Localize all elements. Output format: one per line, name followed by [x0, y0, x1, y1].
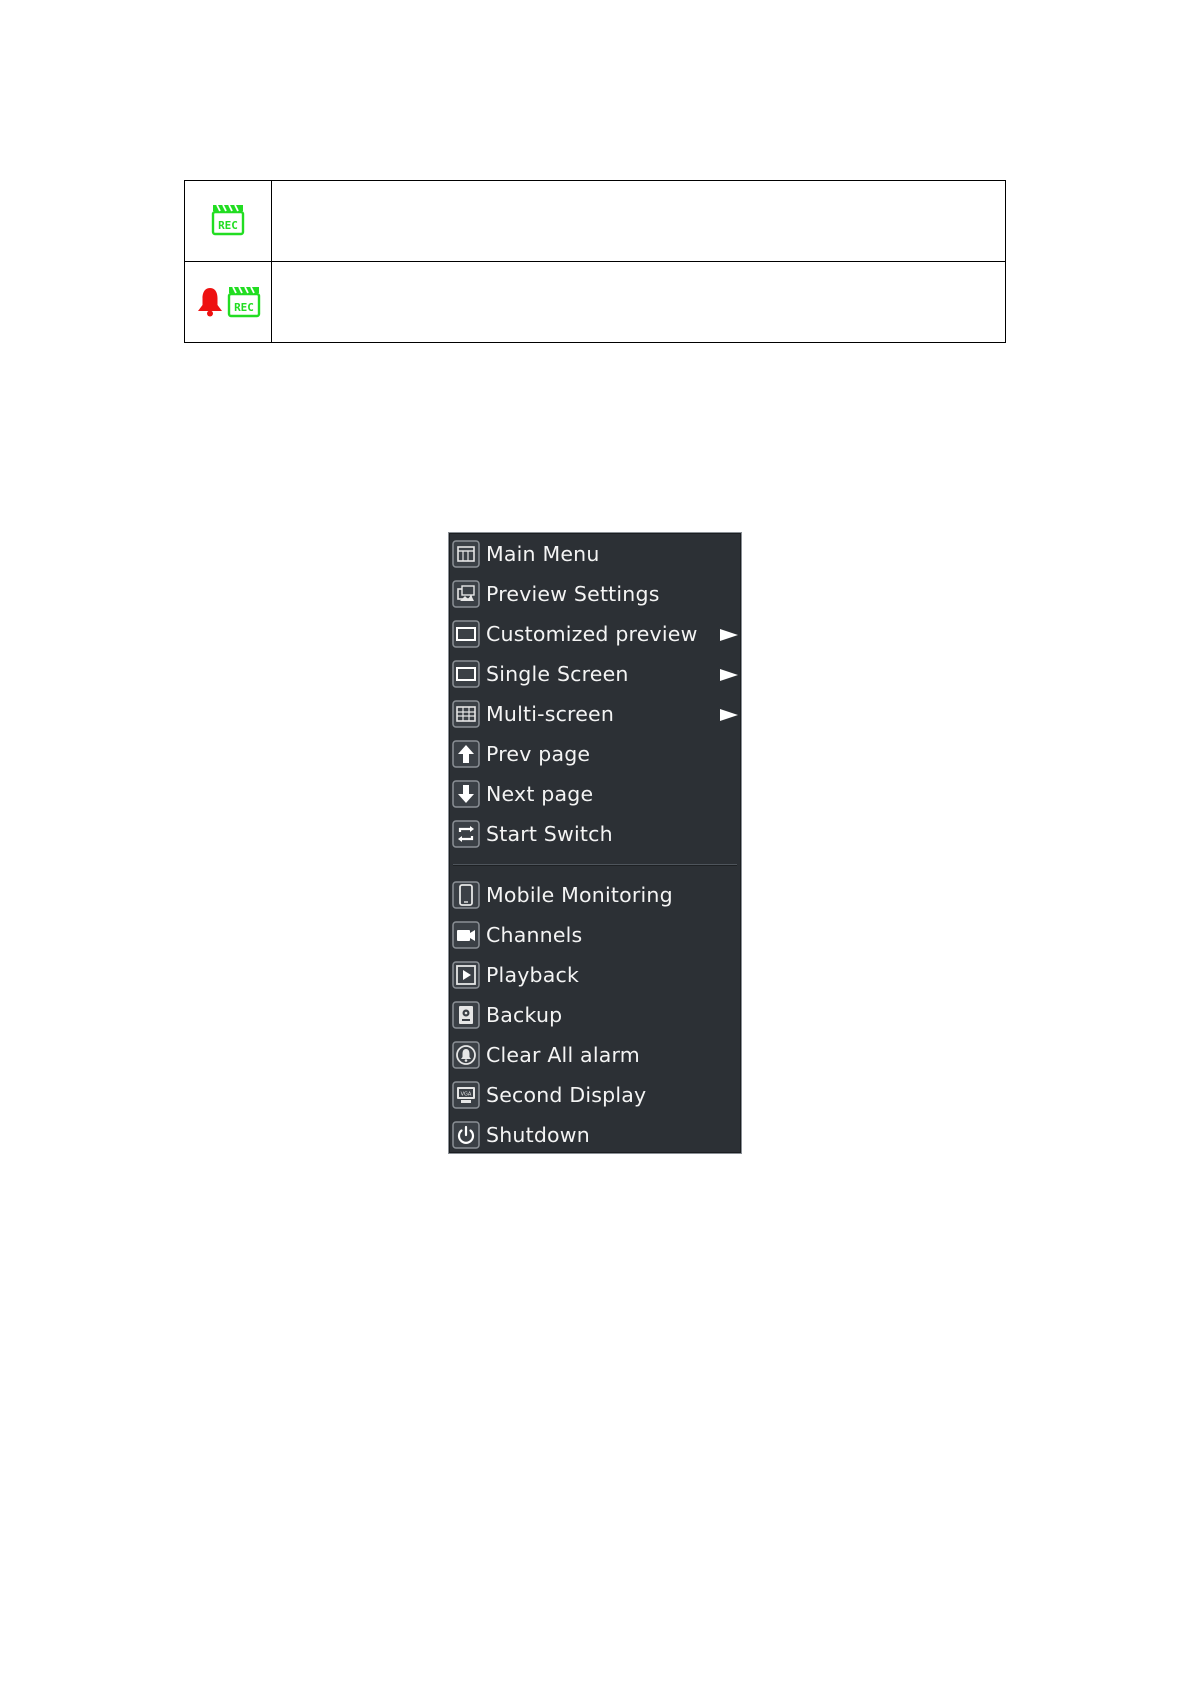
- playback-icon: [452, 961, 480, 989]
- legend-icon-cell: REC: [184, 180, 272, 262]
- legend-icon-group: REC: [211, 202, 245, 236]
- menu-item-label: Customized preview: [486, 622, 698, 646]
- menu-item-preview-settings[interactable]: Preview Settings: [449, 574, 741, 614]
- legend-icon-group: REC: [195, 284, 261, 318]
- menu-item-label: Clear All alarm: [486, 1043, 640, 1067]
- record-status-legend-table: REC REC: [184, 180, 1006, 343]
- second-display-icon: VGA: [452, 1081, 480, 1109]
- menu-item-channels[interactable]: Channels: [449, 915, 741, 955]
- menu-item-label: Backup: [486, 1003, 563, 1027]
- legend-icon-cell: REC: [184, 261, 272, 343]
- menu-item-main-menu[interactable]: Main Menu: [449, 534, 741, 574]
- menu-item-second-display[interactable]: VGA Second Display: [449, 1075, 741, 1115]
- legend-description: [271, 180, 1006, 262]
- mobile-icon: [452, 881, 480, 909]
- clear-alarm-icon: [452, 1041, 480, 1069]
- menu-item-next-page[interactable]: Next page: [449, 774, 741, 814]
- rec-icon: REC: [211, 202, 245, 236]
- menu-item-single-screen[interactable]: Single Screen: [449, 654, 741, 694]
- arrow-down-icon: [452, 780, 480, 808]
- menu-item-label: Next page: [486, 782, 594, 806]
- switch-icon: [452, 820, 480, 848]
- svg-text:REC: REC: [234, 301, 254, 314]
- menu-item-label: Multi-screen: [486, 702, 615, 726]
- live-view-context-menu: Main Menu Preview Settings Customized prev…: [448, 532, 742, 1154]
- menu-item-multi-screen[interactable]: Multi-screen: [449, 694, 741, 734]
- legend-row: REC: [184, 180, 1006, 262]
- arrow-up-icon: [452, 740, 480, 768]
- menu-group: Mobile Monitoring Channels Playback Backup C…: [449, 874, 741, 1155]
- menu-item-label: Mobile Monitoring: [486, 883, 673, 907]
- menu-item-label: Start Switch: [486, 822, 613, 846]
- svg-text:VGA: VGA: [461, 1092, 472, 1098]
- menu-item-playback[interactable]: Playback: [449, 955, 741, 995]
- legend-row: REC: [184, 261, 1006, 343]
- menu-item-backup[interactable]: Backup: [449, 995, 741, 1035]
- main-menu-icon: [452, 540, 480, 568]
- menu-item-label: Playback: [486, 963, 580, 987]
- power-icon: [452, 1121, 480, 1149]
- menu-item-label: Shutdown: [486, 1123, 590, 1147]
- submenu-arrow-icon: [719, 627, 739, 646]
- multi-screen-icon: [452, 700, 480, 728]
- preview-settings-icon: [452, 580, 480, 608]
- menu-item-clear-all-alarm[interactable]: Clear All alarm: [449, 1035, 741, 1075]
- screen-icon: [452, 660, 480, 688]
- menu-item-label: Prev page: [486, 742, 591, 766]
- submenu-arrow-icon: [719, 707, 739, 726]
- rec-icon: REC: [227, 284, 261, 318]
- menu-item-mobile-monitoring[interactable]: Mobile Monitoring: [449, 875, 741, 915]
- menu-item-label: Second Display: [486, 1083, 647, 1107]
- menu-item-label: Channels: [486, 923, 583, 947]
- menu-item-start-switch[interactable]: Start Switch: [449, 814, 741, 854]
- menu-item-prev-page[interactable]: Prev page: [449, 734, 741, 774]
- alarm-bell-icon: [195, 285, 225, 317]
- menu-separator: [449, 854, 741, 874]
- menu-item-customized-preview[interactable]: Customized preview: [449, 614, 741, 654]
- menu-item-label: Preview Settings: [486, 582, 660, 606]
- submenu-arrow-icon: [719, 667, 739, 686]
- legend-description: [271, 261, 1006, 343]
- menu-item-label: Main Menu: [486, 542, 600, 566]
- menu-item-shutdown[interactable]: Shutdown: [449, 1115, 741, 1155]
- backup-icon: [452, 1001, 480, 1029]
- camera-icon: [452, 921, 480, 949]
- screen-icon: [452, 620, 480, 648]
- menu-group: Main Menu Preview Settings Customized prev…: [449, 533, 741, 854]
- svg-text:REC: REC: [218, 219, 238, 232]
- menu-item-label: Single Screen: [486, 662, 629, 686]
